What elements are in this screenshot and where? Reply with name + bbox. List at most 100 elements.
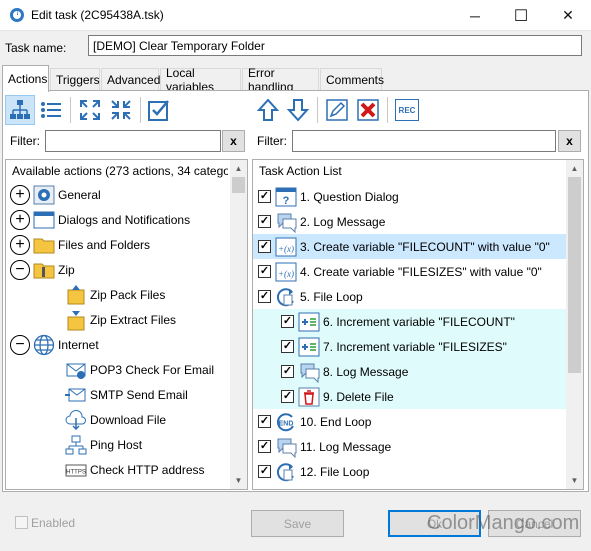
tree-item-ping[interactable]: Ping Host — [10, 432, 230, 457]
action-row[interactable]: 2. Log Message — [253, 209, 566, 234]
left-filter-input[interactable] — [45, 130, 221, 152]
expand-icon[interactable]: + — [10, 184, 30, 205]
delete-action-button[interactable] — [353, 95, 383, 125]
tab-triggers[interactable]: Triggers — [50, 68, 100, 90]
delete-icon — [357, 99, 379, 121]
action-checkbox[interactable] — [258, 290, 271, 303]
scroll-down-icon[interactable]: ▼ — [230, 472, 247, 489]
action-checkbox[interactable] — [258, 465, 271, 478]
left-filter-clear-button[interactable]: x — [222, 130, 245, 152]
app-icon — [9, 7, 25, 23]
cloud-download-icon — [65, 409, 87, 431]
minimize-icon: ─ — [470, 7, 480, 24]
move-up-button[interactable] — [253, 95, 283, 125]
tab-advanced[interactable]: Advanced — [101, 68, 160, 90]
action-checkbox[interactable] — [281, 340, 294, 353]
collapse-icon[interactable]: − — [10, 259, 30, 280]
action-row[interactable]: 11. Log Message — [253, 434, 566, 459]
action-checkbox[interactable] — [258, 265, 271, 278]
check-all-button[interactable] — [144, 95, 174, 125]
action-row[interactable]: 5. File Loop — [253, 284, 566, 309]
tree-item-zip-pack[interactable]: Zip Pack Files — [10, 282, 230, 307]
action-row-nested[interactable]: 8. Log Message — [253, 359, 566, 384]
action-label: 4. Create variable "FILESIZES" with valu… — [300, 264, 542, 279]
action-label: 1. Question Dialog — [300, 189, 399, 204]
close-button[interactable]: ✕ — [545, 0, 591, 31]
action-checkbox[interactable] — [258, 215, 271, 228]
action-checkbox[interactable] — [258, 415, 271, 428]
scroll-thumb[interactable] — [568, 177, 581, 373]
tree-item-zip-extract[interactable]: Zip Extract Files — [10, 307, 230, 332]
right-filter-clear-button[interactable]: x — [558, 130, 581, 152]
tree-item-internet[interactable]: − Internet — [10, 332, 230, 357]
action-row[interactable]: +(x) 4. Create variable "FILESIZES" with… — [253, 259, 566, 284]
available-actions-panel: Available actions (273 actions, 34 categ… — [5, 159, 248, 490]
tree-item-label: Internet — [58, 337, 99, 352]
action-label: 5. File Loop — [300, 289, 363, 304]
tree-item-smtp[interactable]: SMTP Send Email — [10, 382, 230, 407]
scroll-thumb[interactable] — [232, 177, 245, 193]
tree-item-check-http[interactable]: HTTPS Check HTTP address — [10, 457, 230, 482]
list-view-button[interactable] — [36, 95, 66, 125]
action-row-nested[interactable]: 6. Increment variable "FILECOUNT" — [253, 309, 566, 334]
tree-view-button[interactable] — [5, 95, 35, 125]
expand-icon[interactable]: + — [10, 234, 30, 255]
tree-item-dialogs[interactable]: + Dialogs and Notifications — [10, 207, 230, 232]
collapse-all-button[interactable] — [106, 95, 136, 125]
tree-item-pop3[interactable]: POP3 Check For Email — [10, 357, 230, 382]
enabled-checkbox[interactable] — [15, 516, 28, 529]
tree-item-label: SMTP Send Email — [90, 387, 188, 402]
right-scrollbar[interactable]: ▲ ▼ — [566, 160, 583, 489]
increment-icon — [298, 311, 320, 333]
end-loop-icon: END — [275, 411, 297, 433]
collapse-icon[interactable]: − — [10, 334, 30, 355]
svg-text:+(x): +(x) — [278, 269, 294, 279]
scroll-up-icon[interactable]: ▲ — [566, 160, 583, 177]
tree-item-label: Check HTTP address — [90, 462, 205, 477]
tab-comments[interactable]: Comments — [320, 68, 384, 90]
left-scrollbar[interactable]: ▲ ▼ — [230, 160, 247, 489]
task-name-input[interactable] — [88, 35, 582, 56]
action-checkbox[interactable] — [281, 390, 294, 403]
right-filter-input[interactable] — [292, 130, 556, 152]
expand-all-button[interactable] — [75, 95, 105, 125]
action-checkbox[interactable] — [281, 315, 294, 328]
save-button[interactable]: Save — [251, 510, 344, 537]
action-checkbox[interactable] — [281, 365, 294, 378]
log-message-icon — [298, 361, 320, 383]
action-checkbox[interactable] — [258, 190, 271, 203]
action-row[interactable]: 12. File Loop — [253, 459, 566, 484]
action-row[interactable]: ? 1. Question Dialog — [253, 184, 566, 209]
action-checkbox[interactable] — [258, 440, 271, 453]
variable-icon: +(x) — [275, 261, 297, 283]
tree-item-download[interactable]: Download File — [10, 407, 230, 432]
tree-item-label: Files and Folders — [58, 237, 151, 252]
network-icon — [65, 434, 87, 456]
action-checkbox[interactable] — [258, 240, 271, 253]
action-row[interactable]: END 10. End Loop — [253, 409, 566, 434]
minimize-button[interactable]: ─ — [452, 0, 498, 31]
tree-item-files-folders[interactable]: + Files and Folders — [10, 232, 230, 257]
available-actions-header: Available actions (273 actions, 34 categ… — [12, 164, 228, 178]
expand-icon[interactable]: + — [10, 209, 30, 230]
arrow-down-icon — [286, 99, 310, 122]
tab-local-variables[interactable]: Local variables — [160, 66, 241, 94]
action-row-nested[interactable]: 9. Delete File — [253, 384, 566, 409]
scroll-up-icon[interactable]: ▲ — [230, 160, 247, 177]
zip-extract-icon — [65, 309, 87, 331]
tab-error-handling[interactable]: Error handling — [242, 66, 319, 94]
watermark: ColorMango.com — [427, 512, 580, 534]
tree-item-general[interactable]: + General — [10, 182, 230, 207]
record-button[interactable]: REC — [392, 95, 422, 125]
action-row-nested[interactable]: 7. Increment variable "FILESIZES" — [253, 334, 566, 359]
log-message-icon — [275, 436, 297, 458]
tree-item-zip[interactable]: − Zip — [10, 257, 230, 282]
move-down-button[interactable] — [283, 95, 313, 125]
action-row-selected[interactable]: +(x) 3. Create variable "FILECOUNT" with… — [253, 234, 566, 259]
scroll-down-icon[interactable]: ▼ — [566, 472, 583, 489]
title-bar: Edit task (2C95438A.tsk) ─ ☐ ✕ — [0, 0, 591, 31]
edit-action-button[interactable] — [322, 95, 352, 125]
tab-actions[interactable]: Actions — [2, 65, 49, 92]
increment-icon — [298, 336, 320, 358]
maximize-button[interactable]: ☐ — [498, 0, 544, 31]
